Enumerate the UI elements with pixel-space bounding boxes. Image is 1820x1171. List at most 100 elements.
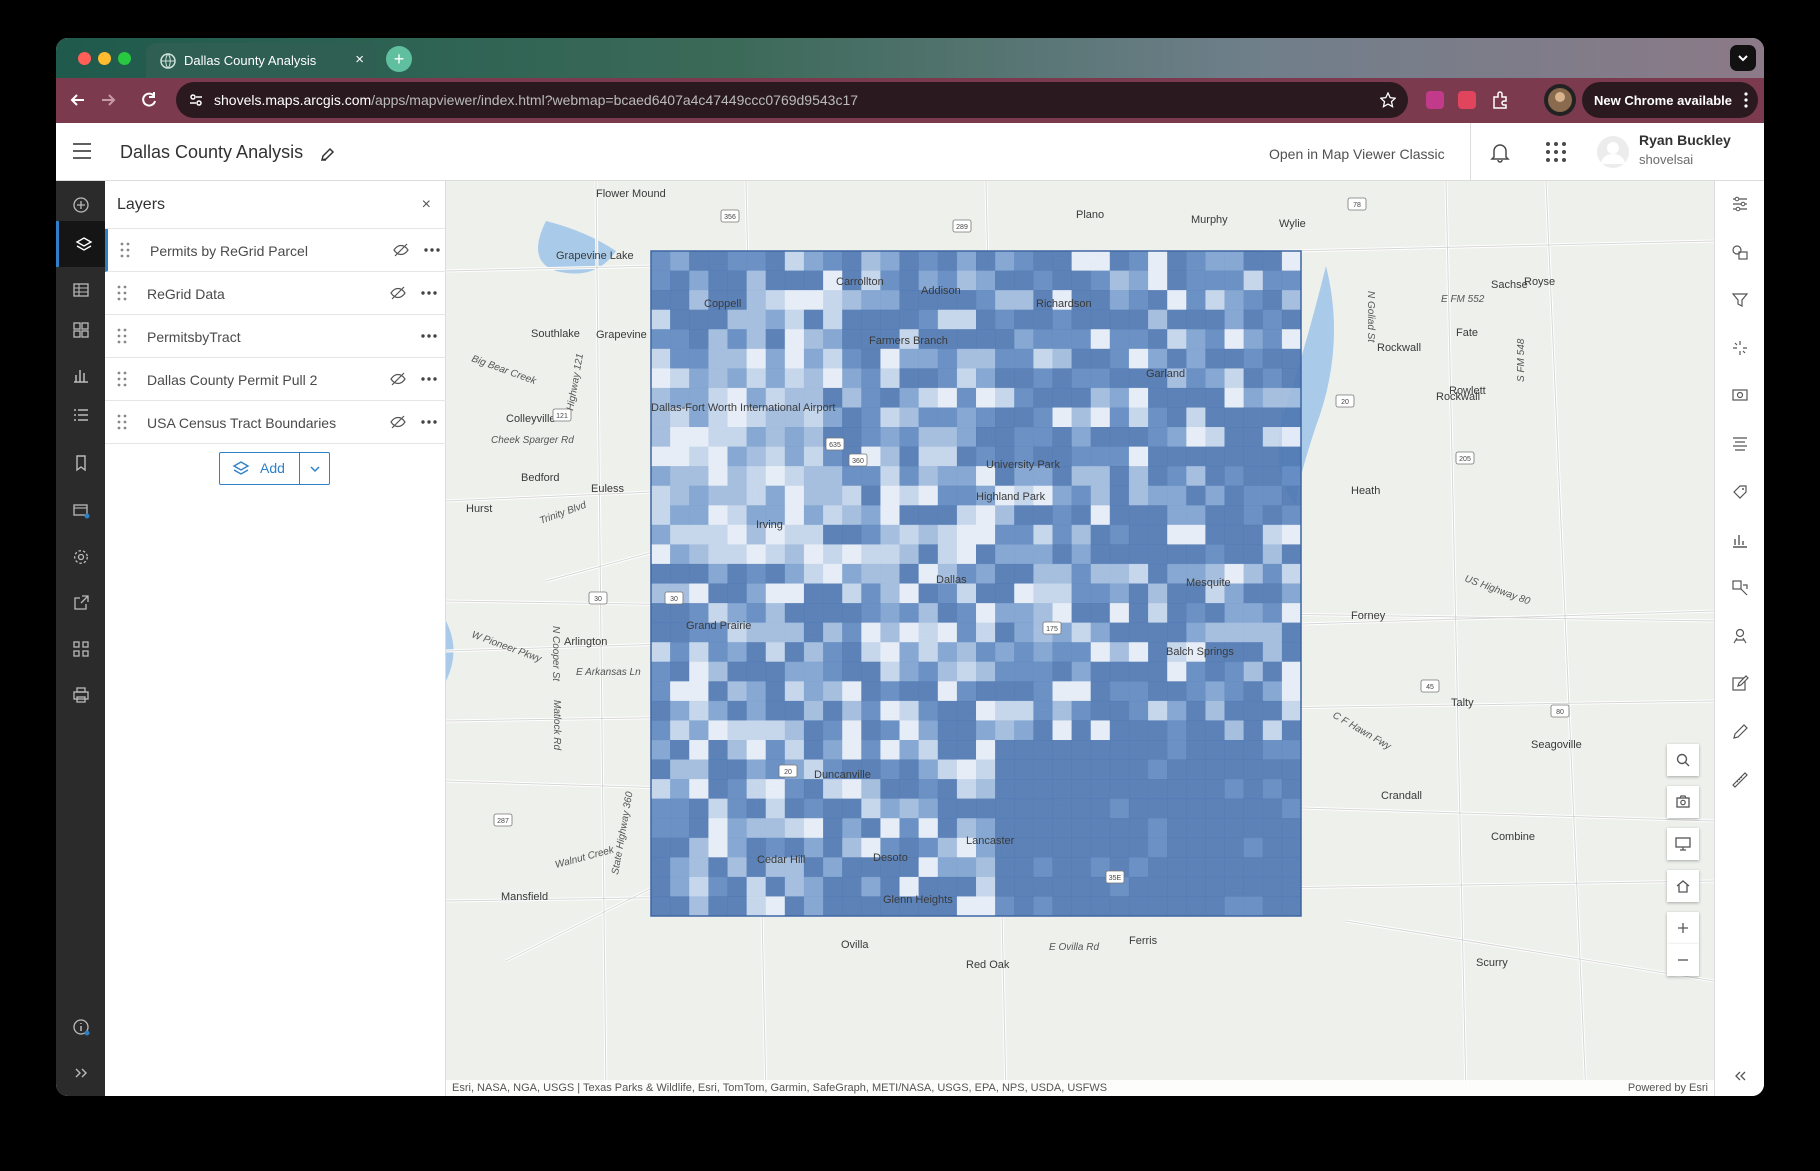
layers-action[interactable] (56, 221, 105, 267)
extension-two-icon[interactable] (1458, 91, 1476, 109)
add-dropdown-chevron-icon[interactable] (308, 462, 322, 476)
home-button[interactable] (1667, 870, 1699, 902)
visibility-off-icon[interactable] (390, 372, 406, 386)
map-properties-action[interactable] (56, 486, 105, 532)
tab-search-button[interactable] (1730, 45, 1756, 71)
share-action[interactable] (56, 579, 105, 625)
address-bar[interactable]: shovels.maps.arcgis.com/apps/mapviewer/i… (176, 82, 1408, 118)
census-tract (937, 798, 958, 819)
new-tab-button[interactable]: + (386, 46, 412, 72)
configure-clusters-action-icon[interactable] (1731, 627, 1751, 647)
user-avatar[interactable] (1596, 135, 1630, 169)
bookmark-star-icon[interactable] (1380, 92, 1396, 108)
close-window-button[interactable] (78, 52, 91, 65)
census-tract (1243, 329, 1264, 350)
sketch-action-icon[interactable] (1731, 579, 1751, 599)
census-tract (1281, 759, 1302, 780)
settings-action[interactable] (56, 533, 105, 579)
site-settings-icon[interactable] (188, 92, 204, 108)
layer-options-icon[interactable] (421, 334, 437, 338)
edit-action-icon[interactable] (1731, 675, 1751, 695)
create-app-action[interactable] (56, 625, 105, 671)
labels-action-icon[interactable] (1731, 483, 1751, 503)
census-tract (1109, 427, 1130, 447)
layer-item[interactable]: ReGrid Data (105, 272, 446, 315)
user-name[interactable]: Ryan Buckley (1639, 132, 1731, 148)
layer-item[interactable]: PermitsbyTract (105, 315, 446, 358)
extensions-puzzle-icon[interactable] (1490, 90, 1510, 110)
basemap-toggle-button[interactable] (1667, 786, 1699, 818)
zoom-out-button[interactable] (1667, 944, 1699, 976)
info-action[interactable] (56, 1003, 105, 1049)
measure-action-icon[interactable] (1731, 771, 1751, 791)
census-tract (880, 524, 900, 545)
profile-avatar[interactable] (1544, 84, 1576, 116)
layer-options-icon[interactable] (421, 377, 437, 381)
census-tract (803, 779, 824, 800)
reload-icon[interactable] (139, 90, 159, 110)
sketch-pen-action-icon[interactable] (1731, 723, 1751, 743)
layer-options-icon[interactable] (421, 291, 437, 295)
census-tract (1090, 387, 1111, 408)
map-view[interactable]: Flower Mound Plano Murphy Wylie Royse Carroll… (446, 181, 1714, 1096)
visibility-off-icon[interactable] (393, 243, 409, 257)
census-tract (861, 798, 881, 819)
drag-handle-icon[interactable] (117, 285, 127, 301)
edit-pencil-icon[interactable] (319, 147, 335, 163)
census-tract (1205, 309, 1225, 330)
layer-item[interactable]: Dallas County Permit Pull 2 (105, 358, 446, 401)
census-tract (937, 368, 958, 389)
zoom-window-button[interactable] (118, 52, 131, 65)
layer-options-icon[interactable] (421, 420, 437, 424)
analysis-action-icon[interactable] (1731, 531, 1751, 551)
legend-action[interactable] (56, 391, 105, 437)
census-tract (1071, 309, 1092, 330)
search-map-button[interactable] (1667, 744, 1699, 776)
powered-by-esri[interactable]: Powered by Esri (1628, 1082, 1708, 1094)
properties-action-icon[interactable] (1731, 195, 1751, 215)
visibility-off-icon[interactable] (390, 286, 406, 300)
fullscreen-button[interactable] (1667, 828, 1699, 860)
effects-action-icon[interactable] (1731, 339, 1751, 359)
fields-action-icon[interactable] (1731, 435, 1751, 455)
filter-action-icon[interactable] (1731, 291, 1751, 311)
census-tract (937, 485, 958, 506)
visibility-off-icon[interactable] (390, 415, 406, 429)
drag-handle-icon[interactable] (117, 414, 127, 430)
print-action[interactable] (56, 671, 105, 717)
new-chrome-available-button[interactable]: New Chrome available (1582, 82, 1758, 118)
map-canvas[interactable]: Flower Mound Plano Murphy Wylie Royse Carroll… (446, 181, 1714, 1096)
zoom-in-button[interactable] (1667, 912, 1699, 944)
close-panel-icon[interactable]: × (422, 196, 431, 214)
layer-item[interactable]: Permits by ReGrid Parcel (105, 229, 446, 272)
layers-panel: Layers × Permits by ReGrid Parcel ReGrid … (105, 181, 446, 1096)
back-arrow-icon[interactable] (68, 90, 88, 110)
layer-item[interactable]: USA Census Tract Boundaries (105, 401, 446, 444)
bookmarks-action[interactable] (56, 439, 105, 485)
census-tract (823, 896, 843, 917)
census-tract (746, 348, 767, 369)
app-launcher-grid-icon[interactable] (1545, 141, 1567, 163)
browser-tab[interactable]: Dallas County Analysis × (146, 43, 376, 78)
notifications-bell-icon[interactable] (1489, 141, 1511, 163)
basemap-action[interactable] (56, 306, 105, 352)
extension-one-icon[interactable] (1426, 91, 1444, 109)
drag-handle-icon[interactable] (117, 328, 127, 344)
close-tab-icon[interactable]: × (355, 51, 364, 68)
census-tract (918, 622, 939, 643)
drag-handle-icon[interactable] (117, 371, 127, 387)
census-tract (1224, 290, 1244, 311)
open-classic-link[interactable]: Open in Map Viewer Classic (1269, 146, 1445, 162)
census-tract (727, 563, 747, 584)
popups-action-icon[interactable] (1731, 387, 1751, 407)
layer-options-icon[interactable] (424, 248, 440, 252)
forward-arrow-icon[interactable] (98, 90, 118, 110)
minimize-window-button[interactable] (98, 52, 111, 65)
highway-shield-label: 20 (1341, 399, 1349, 406)
collapse-right-bar-icon[interactable] (1731, 1067, 1751, 1087)
add-layer-button[interactable]: Add (220, 453, 300, 484)
styles-action-icon[interactable] (1731, 243, 1751, 263)
drag-handle-icon[interactable] (120, 242, 130, 258)
expand-action[interactable] (56, 1049, 105, 1095)
hamburger-menu-icon[interactable] (72, 142, 92, 160)
